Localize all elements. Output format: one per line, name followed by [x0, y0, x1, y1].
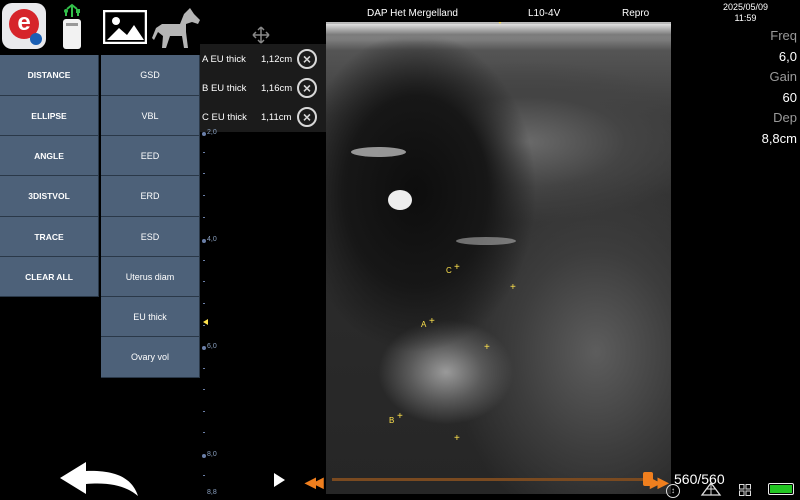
caliper-cross[interactable]: + — [454, 433, 460, 444]
depth-tick-label: 2,0 — [207, 129, 217, 136]
depth-tick-label: 8,8 — [207, 489, 217, 496]
usb-icon[interactable] — [55, 3, 89, 51]
caliper-cross[interactable]: + — [454, 262, 460, 273]
symmetry-icon[interactable]: ↕ — [666, 484, 680, 498]
trace-button[interactable]: TRACE — [0, 217, 99, 257]
caliper-cross[interactable]: + — [397, 411, 403, 422]
ellipse-button[interactable]: ELLIPSE — [0, 96, 99, 136]
move-icon[interactable] — [252, 26, 270, 44]
back-arrow-icon[interactable] — [58, 458, 142, 498]
time: 11:59 — [734, 13, 757, 23]
eu-thick-button[interactable]: EU thick — [101, 297, 200, 337]
measurement-label: B EU thick — [202, 83, 247, 94]
measurement-label: A EU thick — [202, 54, 246, 65]
measurement-value: 1,12cm — [261, 54, 293, 65]
gsd-button[interactable]: GSD — [101, 55, 200, 96]
measurement-label: C EU thick — [202, 112, 247, 123]
depth-label: Dep — [773, 110, 797, 125]
marker-label-c: C — [446, 266, 452, 275]
gain-label: Gain — [769, 69, 797, 84]
delete-measurement-icon[interactable]: × — [297, 107, 317, 127]
probe-name: L10-4V — [528, 8, 561, 19]
measurement-value: 1,11cm — [261, 112, 292, 123]
delete-measurement-icon[interactable]: × — [297, 78, 317, 98]
preset-name: Repro — [622, 8, 650, 19]
marker-label-b: B — [389, 416, 395, 425]
clinic-name: DAP Het Mergelland — [367, 8, 458, 19]
ultrasound-image[interactable]: C + + A + + B + + — [326, 22, 671, 494]
erd-button[interactable]: ERD — [101, 176, 200, 217]
depth-tick-label: 8,0 — [207, 451, 217, 458]
delete-measurement-icon[interactable]: × — [297, 49, 317, 69]
image-icon[interactable] — [103, 10, 147, 44]
esd-button[interactable]: ESD — [101, 217, 200, 257]
depth-tick-label: 4,0 — [207, 236, 217, 243]
rewind-icon[interactable]: ◀◀ — [305, 474, 323, 491]
caliper-cross[interactable]: + — [484, 342, 490, 353]
caliper-cross[interactable]: + — [510, 282, 516, 293]
uterus-diam-button[interactable]: Uterus diam — [101, 257, 200, 297]
distance-button[interactable]: DISTANCE — [0, 55, 99, 96]
vbl-button[interactable]: VBL — [101, 96, 200, 136]
eed-button[interactable]: EED — [101, 136, 200, 176]
gain-value: 60 — [782, 90, 797, 105]
play-icon[interactable] — [274, 473, 285, 487]
marker-label-a: A — [421, 320, 427, 329]
freq-label: Freq — [770, 28, 797, 43]
focus-marker-icon — [203, 319, 208, 325]
depth-value: 8,8cm — [761, 131, 797, 146]
freq-value: 6,0 — [778, 49, 797, 64]
3dist-vol-button[interactable]: 3DISTVOL — [0, 176, 99, 217]
depth-tick-label: 6,0 — [207, 343, 217, 350]
measurement-value: 1,16cm — [261, 83, 293, 94]
clear-all-button[interactable]: CLEAR ALL — [0, 257, 99, 297]
fast-forward-icon[interactable]: ▶▶ — [650, 474, 668, 491]
date: 2025/05/09 — [722, 2, 768, 12]
battery-icon — [768, 483, 794, 495]
measurement-row: A EU thick 1,12cm × — [200, 46, 326, 75]
cine-slider[interactable] — [332, 478, 648, 481]
probe-orientation-icon — [496, 22, 504, 24]
caliper-cross[interactable]: + — [429, 316, 435, 327]
measurement-list: A EU thick 1,12cm × B EU thick 1,16cm × … — [200, 44, 326, 132]
horse-icon[interactable] — [150, 6, 202, 50]
grid-icon[interactable] — [739, 484, 751, 496]
angle-button[interactable]: ANGLE — [0, 136, 99, 176]
measurement-row: C EU thick 1,11cm × — [200, 104, 326, 133]
ovary-vol-button[interactable]: Ovary vol — [101, 337, 200, 378]
app-logo-icon[interactable]: e — [2, 3, 46, 49]
measurement-row: B EU thick 1,16cm × — [200, 75, 326, 104]
probe-icon[interactable] — [700, 482, 722, 496]
datetime: 2025/05/09 11:59 — [723, 2, 768, 24]
